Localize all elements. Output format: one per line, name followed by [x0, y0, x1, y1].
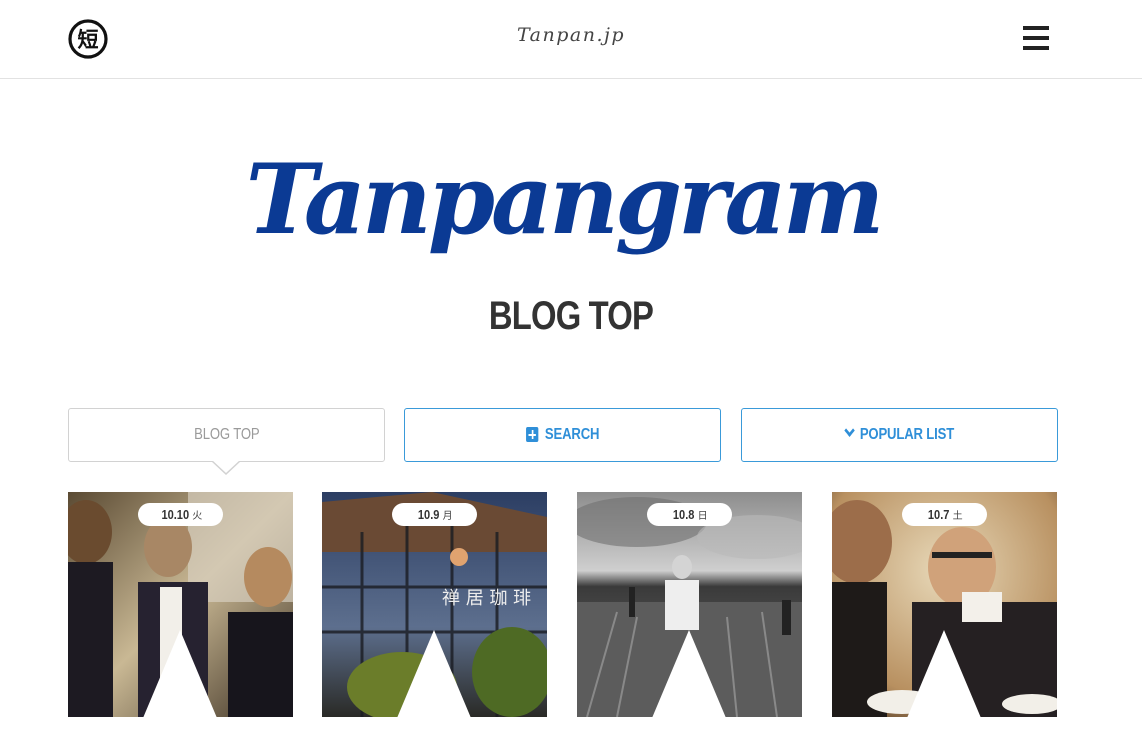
- post-weekday: 月: [442, 511, 453, 522]
- card-triangle-decoration: [652, 630, 726, 717]
- post-weekday: 火: [192, 511, 203, 522]
- post-date-badge: 10.10 火: [138, 503, 223, 526]
- tab-popular-list[interactable]: POPULAR LIST: [741, 408, 1058, 462]
- post-date: 10.8: [673, 507, 695, 522]
- active-tab-pointer: [211, 460, 241, 475]
- hamburger-menu-icon[interactable]: [1023, 26, 1049, 50]
- post-date: 10.7: [928, 507, 950, 522]
- chevron-down-icon: [843, 424, 855, 437]
- post-date-badge: 10.7 土: [902, 503, 987, 526]
- tab-label: SEARCH: [544, 426, 600, 443]
- card-triangle-decoration: [397, 630, 471, 717]
- post-date: 10.9: [418, 507, 440, 522]
- svg-text:禅 居 珈 琲: 禅 居 珈 琲: [442, 588, 531, 609]
- post-weekday: 土: [952, 511, 963, 522]
- blog-tabs: BLOG TOP SEARCH POPULAR LIST: [68, 408, 1058, 475]
- site-header: 短 Tanpan.jp: [0, 0, 1142, 79]
- menu-bar-bottom: [1023, 46, 1049, 50]
- post-card[interactable]: 禅 居 珈 琲 10.9 月: [322, 492, 547, 717]
- brand-wordmark: Tanpangram: [0, 128, 1142, 288]
- post-card[interactable]: 10.8 日: [577, 492, 802, 717]
- post-date-badge: 10.9 月: [392, 503, 477, 526]
- menu-bar-top: [1023, 26, 1049, 30]
- tab-blog-top[interactable]: BLOG TOP: [68, 408, 385, 462]
- plus-icon: [525, 427, 539, 443]
- card-triangle-decoration: [907, 630, 981, 717]
- post-date: 10.10: [161, 507, 189, 522]
- menu-bar-middle: [1023, 36, 1049, 40]
- post-weekday: 日: [697, 511, 708, 522]
- site-name[interactable]: Tanpan.jp: [0, 24, 1142, 46]
- tab-search[interactable]: SEARCH: [404, 408, 721, 462]
- tab-label: BLOG TOP: [193, 426, 260, 443]
- post-card[interactable]: 10.10 火: [68, 492, 293, 717]
- post-date-badge: 10.8 日: [647, 503, 732, 526]
- page-title: BLOG TOP: [488, 294, 654, 338]
- brand-wordmark-text: Tanpangram: [246, 143, 881, 256]
- tab-label: POPULAR LIST: [859, 426, 954, 443]
- card-triangle-decoration: [143, 630, 217, 717]
- post-card[interactable]: 10.7 土: [832, 492, 1057, 717]
